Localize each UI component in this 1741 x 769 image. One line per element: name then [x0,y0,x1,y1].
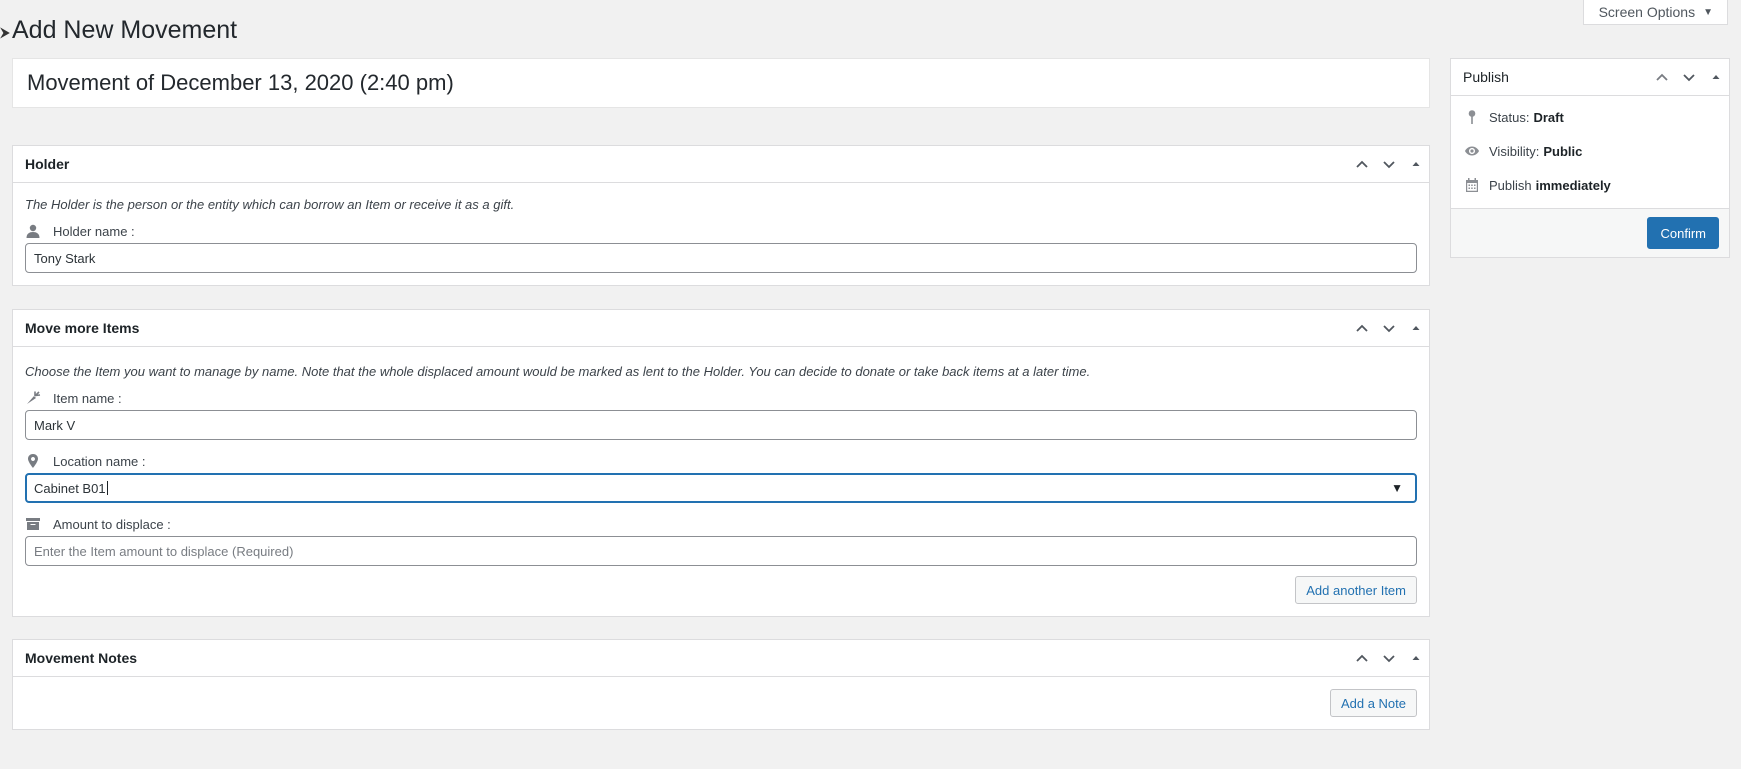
toggle-panel-icon[interactable] [1402,640,1429,676]
visibility-label: Visibility: [1489,143,1540,159]
toggle-panel-icon[interactable] [1402,146,1429,182]
holder-description: The Holder is the person or the entity w… [25,197,515,212]
item-name-label-row: Item name : [25,389,1417,407]
post-title-input[interactable] [25,69,1429,97]
publish-metabox-title: Publish [1463,69,1509,85]
items-handle-actions [1348,310,1429,346]
publish-label: Publish [1489,177,1532,193]
status-label: Status: [1489,109,1530,125]
post-title-box [12,58,1430,108]
notes-metabox-header: Movement Notes [13,640,1429,677]
add-note-button[interactable]: Add a Note [1329,689,1417,717]
publish-date-row: Publish immediately [1451,168,1729,202]
status-row: Status: Draft [1451,100,1729,134]
publish-value: immediately [1535,177,1611,193]
notes-handle-actions [1348,640,1429,676]
publish-actions: Confirm [1451,208,1729,257]
holder-name-input[interactable]: Tony Stark [25,243,1417,273]
text-caret [106,481,108,495]
calendar-icon [1463,177,1481,193]
items-description: Choose the Item you want to manage by na… [25,364,1091,379]
dropdown-arrow-icon[interactable]: ▼ [1391,481,1403,495]
location-name-label-row: Location name : [25,452,1417,470]
add-another-item-button[interactable]: Add another Item [1295,576,1417,604]
archive-box-icon [25,516,41,532]
holder-metabox-header: Holder [13,146,1429,183]
holder-handle-actions [1348,146,1429,182]
holder-metabox-title: Holder [25,156,70,172]
holder-metabox: Holder The Holder is the person or the e… [12,145,1430,286]
move-down-icon[interactable] [1375,310,1402,346]
location-name-label: Location name : [53,453,146,469]
page-title: Add New Movement [12,16,238,44]
amount-label: Amount to displace : [53,516,171,532]
visibility-value: Public [1543,143,1583,159]
eye-icon [1463,143,1481,159]
items-metabox: Move more Items Choose the Item you want… [12,309,1430,617]
status-value: Draft [1533,109,1564,125]
items-metabox-title: Move more Items [25,320,140,336]
confirm-button[interactable]: Confirm [1647,217,1719,249]
item-name-label: Item name : [53,390,122,406]
item-name-input[interactable]: Mark V [25,410,1417,440]
move-up-icon[interactable] [1348,146,1375,182]
toggle-panel-icon[interactable] [1402,310,1429,346]
pin-icon [1463,109,1481,125]
visibility-row: Visibility: Public [1451,134,1729,168]
location-name-select[interactable]: Cabinet B01 ▼ [25,473,1417,503]
publish-metabox: Publish Status: Draft Visibility: Public… [1450,58,1730,258]
publish-metabox-header: Publish [1451,59,1729,96]
move-down-icon[interactable] [1375,640,1402,676]
screen-options-label: Screen Options [1598,4,1696,20]
location-name-value: Cabinet B01 [34,480,106,496]
mouse-cursor-icon: ⮞ [0,24,11,40]
location-pin-icon [25,453,41,469]
notes-metabox: Movement Notes Add a Note [12,639,1430,730]
screen-options-button[interactable]: Screen Options ▼ [1582,0,1728,25]
items-metabox-header: Move more Items [13,310,1429,347]
amount-label-row: Amount to displace : [25,515,1417,533]
move-down-icon[interactable] [1675,59,1702,95]
publish-handle-actions [1648,59,1729,95]
toggle-panel-icon[interactable] [1702,59,1729,95]
user-icon [25,223,41,239]
item-name-value: Mark V [34,417,76,433]
move-up-icon[interactable] [1348,310,1375,346]
move-up-icon[interactable] [1648,59,1675,95]
move-up-icon[interactable] [1348,640,1375,676]
move-down-icon[interactable] [1375,146,1402,182]
carrot-icon [25,390,41,406]
amount-input[interactable]: Enter the Item amount to displace (Requi… [25,536,1417,566]
holder-name-value: Tony Stark [34,250,96,266]
holder-name-label-row: Holder name : [25,222,1417,240]
amount-placeholder: Enter the Item amount to displace (Requi… [34,543,294,559]
holder-name-label: Holder name : [53,223,135,239]
notes-metabox-title: Movement Notes [25,650,138,666]
caret-down-icon: ▼ [1703,6,1713,18]
